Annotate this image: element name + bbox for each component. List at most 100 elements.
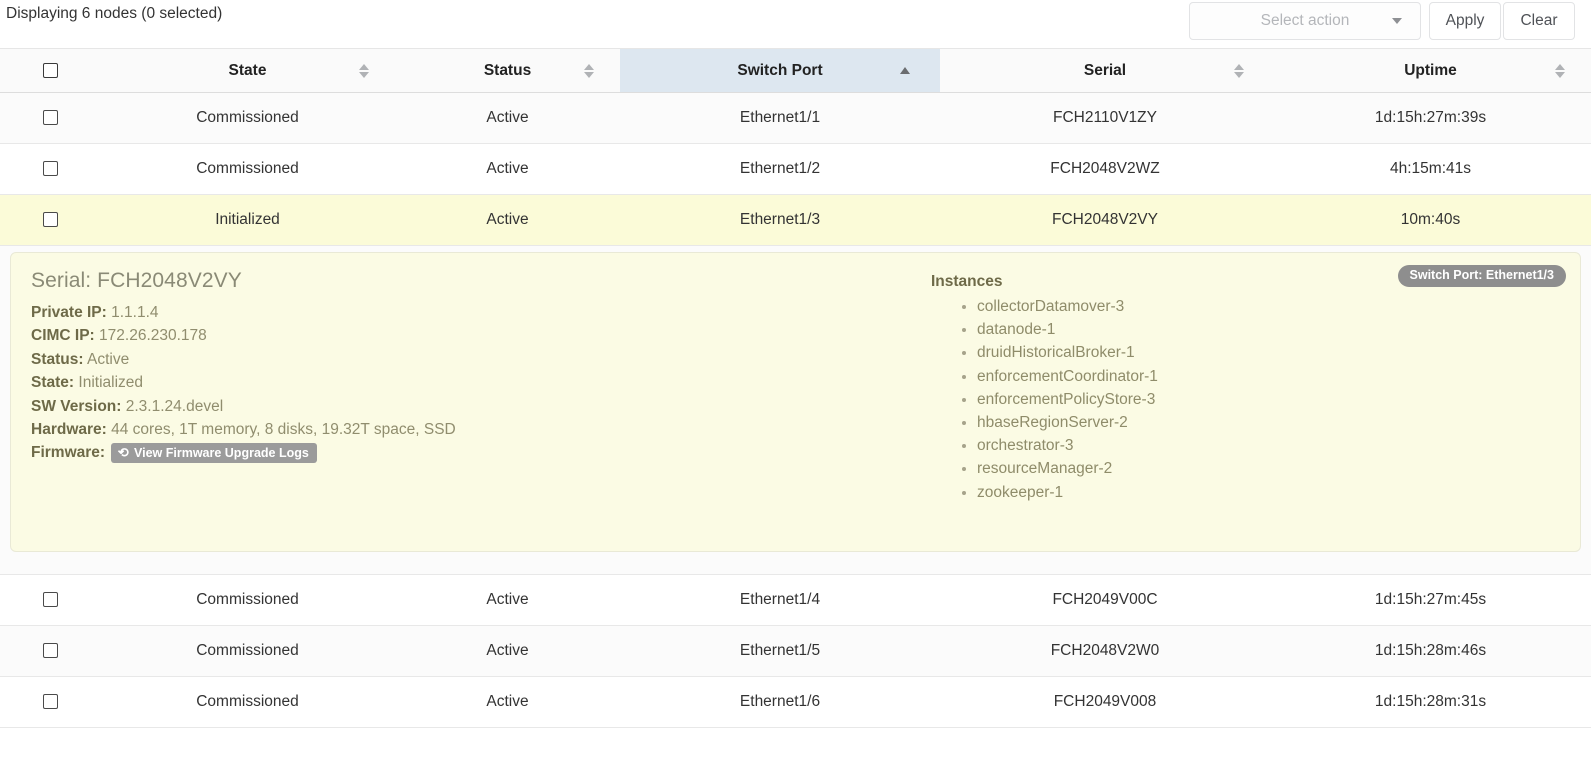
detail-label-hardware: Hardware: [31,421,107,439]
node-detail-instances: Instances collectorDatamover-3 datanode-… [931,269,1560,504]
apply-button[interactable]: Apply [1429,2,1501,40]
row-select-cell[interactable] [0,676,100,728]
detail-field-state: State: Initialized [31,371,931,394]
sort-toggle-icon[interactable] [1234,63,1244,79]
select-all-checkbox[interactable] [42,62,58,78]
list-item: zookeeper-1 [977,481,1560,504]
detail-label-state: State: [31,374,75,392]
chevron-down-icon [1392,18,1402,24]
list-item: hbaseRegionServer-2 [977,411,1560,434]
header-status-label: Status [483,61,532,79]
sort-toggle-icon[interactable] [584,63,594,79]
table-header: State Status Switch Port Serial Uptime [0,48,1591,93]
sort-descending-icon [1555,71,1565,78]
cell-serial: FCH2048V2WZ [940,143,1270,195]
cell-switch-port: Ethernet1/3 [620,194,940,246]
header-state-label: State [228,61,267,79]
detail-value-status: Active [87,350,130,368]
node-detail-card: Switch Port: Ethernet1/3 Serial: FCH2048… [10,252,1581,552]
select-action-dropdown[interactable]: Select action [1189,2,1421,40]
cell-state: Commissioned [100,625,395,677]
detail-field-cimc-ip: CIMC IP: 172.26.230.178 [31,324,931,347]
detail-field-status: Status: Active [31,348,931,371]
detail-field-hardware: Hardware: 44 cores, 1T memory, 8 disks, … [31,418,931,441]
header-switch-port[interactable]: Switch Port [620,48,940,93]
sort-descending-icon [584,71,594,78]
detail-field-firmware: Firmware: ⟳ View Firmware Upgrade Logs [31,443,931,464]
detail-value-cimc-ip: 172.26.230.178 [99,327,207,345]
detail-label-status: Status: [31,350,84,368]
cell-serial: FCH2048V2W0 [940,625,1270,677]
cell-uptime: 10m:40s [1270,194,1591,246]
row-select-cell[interactable] [0,92,100,144]
list-item: datanode-1 [977,318,1560,341]
select-action-placeholder: Select action [1260,12,1350,29]
detail-label-private-ip: Private IP: [31,304,107,321]
node-detail-fields: Serial: FCH2048V2VY Private IP: 1.1.1.4 … [31,269,931,464]
row-select-cell[interactable] [0,194,100,246]
switch-port-badge: Switch Port: Ethernet1/3 [1397,265,1566,287]
cell-state: Initialized [100,194,395,246]
cell-serial: FCH2110V1ZY [940,92,1270,144]
detail-serial-title: Serial: FCH2048V2VY [31,269,242,292]
cell-state: Commissioned [100,92,395,144]
sort-ascending-icon [359,63,369,70]
sort-descending-icon [1234,71,1244,78]
row-select-cell[interactable] [0,625,100,677]
cell-state: Commissioned [100,676,395,728]
table-body: Commissioned Active Ethernet1/1 FCH2110V… [0,92,1591,728]
table-row-expanded[interactable]: Initialized Active Ethernet1/3 FCH2048V2… [0,194,1591,246]
cell-uptime: 1d:15h:27m:39s [1270,92,1591,144]
table-row[interactable]: Commissioned Active Ethernet1/6 FCH2049V… [0,676,1591,728]
row-select-cell[interactable] [0,574,100,626]
cell-status: Active [395,143,620,195]
row-checkbox[interactable] [42,110,58,126]
table-row[interactable]: Commissioned Active Ethernet1/2 FCH2048V… [0,143,1591,195]
row-checkbox[interactable] [42,212,58,228]
cell-uptime: 1d:15h:28m:46s [1270,625,1591,677]
row-checkbox[interactable] [42,592,58,608]
table-row[interactable]: Commissioned Active Ethernet1/1 FCH2110V… [0,92,1591,144]
cell-serial: FCH2048V2VY [940,194,1270,246]
sort-toggle-icon[interactable] [1555,63,1565,79]
cell-uptime: 1d:15h:28m:31s [1270,676,1591,728]
table-row[interactable]: Commissioned Active Ethernet1/4 FCH2049V… [0,574,1591,626]
cell-switch-port: Ethernet1/6 [620,676,940,728]
row-select-cell[interactable] [0,143,100,195]
table-row[interactable]: Commissioned Active Ethernet1/5 FCH2048V… [0,625,1591,677]
cell-switch-port: Ethernet1/2 [620,143,940,195]
row-checkbox[interactable] [42,161,58,177]
header-serial-label: Serial [1083,61,1127,79]
list-item: enforcementCoordinator-1 [977,365,1560,388]
header-serial[interactable]: Serial [940,48,1270,93]
row-checkbox[interactable] [42,643,58,659]
detail-value-private-ip: 1.1.1.4 [111,304,159,321]
clear-button[interactable]: Clear [1503,2,1575,40]
cell-status: Active [395,92,620,144]
detail-label-cimc-ip: CIMC IP: [31,327,95,345]
cell-status: Active [395,676,620,728]
detail-field-private-ip: Private IP: 1.1.1.4 [31,301,931,324]
cell-switch-port: Ethernet1/5 [620,625,940,677]
detail-value-state: Initialized [78,374,144,392]
cell-state: Commissioned [100,143,395,195]
header-select-all[interactable] [0,48,100,93]
sort-ascending-icon [900,66,910,74]
header-state[interactable]: State [100,48,395,93]
row-checkbox[interactable] [42,694,58,710]
cell-serial: FCH2049V008 [940,676,1270,728]
cell-uptime: 4h:15m:41s [1270,143,1591,195]
node-list-page: Displaying 6 nodes (0 selected) Select a… [0,0,1591,764]
sort-toggle-icon[interactable] [359,63,369,79]
list-item: orchestrator-3 [977,434,1560,457]
history-icon: ⟳ [118,445,129,461]
sort-ascending-active-icon[interactable] [900,66,910,75]
view-firmware-upgrade-logs-button[interactable]: ⟳ View Firmware Upgrade Logs [111,443,317,464]
header-status[interactable]: Status [395,48,620,93]
header-uptime[interactable]: Uptime [1270,48,1591,93]
list-item: enforcementPolicyStore-3 [977,388,1560,411]
cell-status: Active [395,574,620,626]
sort-descending-icon [359,71,369,78]
cell-status: Active [395,194,620,246]
detail-label-firmware: Firmware: [31,444,106,462]
